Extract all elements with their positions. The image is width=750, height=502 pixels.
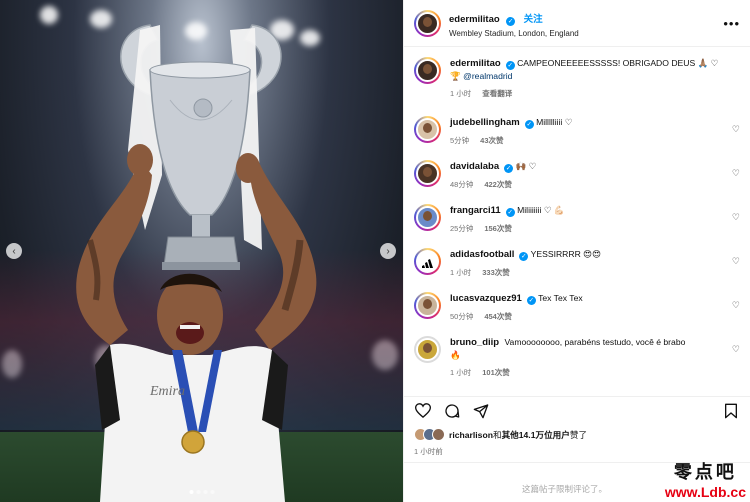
verified-badge-icon: ✓ [526,296,536,305]
like-comment-heart-icon[interactable]: ♡ [732,344,740,355]
like-heart-icon[interactable] [414,402,432,420]
commenter-username[interactable]: davidalaba [450,161,499,172]
comment-text: 🙌🏾 ♡ [515,161,537,171]
see-translation-button[interactable]: 查看翻译 [482,88,512,99]
comment-text: Millllliiii ♡ [536,117,573,127]
more-options-icon[interactable]: ••• [723,16,740,31]
comment-likes[interactable]: 333次赞 [482,267,510,278]
verified-badge-icon: ✓ [524,120,534,129]
next-image-button[interactable]: › [380,243,396,259]
instagram-post: Emira ‹ › edermilitao ✓ 关注 Wembley Stadi… [0,0,750,502]
share-send-icon[interactable] [472,402,490,420]
commenter-avatar[interactable] [414,336,441,363]
post-location[interactable]: Wembley Stadium, London, England [449,29,723,38]
mention-link[interactable]: @realmadrid [463,71,512,81]
caption-time: 1 小时 [450,89,472,98]
caption-text: CAMPEONEEEEESSSSS! OBRIGADO DEUS 🙏🏽 ♡ [517,58,719,68]
comment-item: davidalaba ✓ 🙌🏾 ♡ 48分钟 422次赞 ♡ [414,160,740,190]
verified-badge-icon: ✓ [519,252,529,261]
commenter-avatar[interactable] [414,204,441,231]
comment-item: frangarci11 ✓ Miliiiiiii ♡ 💪🏻 25分钟 156次赞 ♡ [414,204,740,234]
comment-item: judebellingham ✓ Millllliiii ♡ 5分钟 43次赞 ♡ [414,116,740,146]
fire-emoji: 🔥 [450,350,461,360]
comment-likes[interactable]: 43次赞 [480,135,503,146]
comment-text: YESSIRRRR 😍😍 [530,249,602,259]
post-actions-bar [404,396,750,424]
commenter-avatar[interactable] [414,116,441,143]
caption: edermilitao ✓ CAMPEONEEEEESSSSS! OBRIGADO… [414,57,740,99]
watermark-url: www.Ldb.cc [664,484,746,500]
like-comment-heart-icon[interactable]: ♡ [732,124,740,135]
trophy-emoji: 🏆 [450,71,461,81]
likers-avatars [414,428,445,441]
post-timestamp: 1 小时前 [414,447,443,456]
liker-username[interactable]: richarlison [449,430,493,440]
commenter-username[interactable]: frangarci11 [450,205,501,216]
previous-image-button[interactable]: ‹ [6,243,22,259]
player-with-trophy: Emira [76,24,317,502]
follow-button[interactable]: 关注 [524,14,543,25]
commenter-avatar[interactable] [414,248,441,275]
comment-bubble-icon[interactable] [443,402,461,420]
post-header: edermilitao ✓ 关注 Wembley Stadium, London… [404,0,750,47]
comments-list: edermilitao ✓ CAMPEONEEEEESSSSS! OBRIGADO… [404,47,750,378]
comment-time: 25分钟 [450,224,474,233]
commenter-username[interactable]: bruno_diip [450,337,499,348]
comment-time: 1 小时 [450,268,472,277]
comment-time: 50分钟 [450,312,474,321]
save-bookmark-icon[interactable] [722,402,740,420]
site-watermark: 零点吧 www.Ldb.cc [665,458,746,500]
carousel-dots [189,490,214,494]
adidas-logo-icon [422,259,433,268]
comment-item: bruno_diip Vamoooooooo, parabéns testudo… [414,336,740,378]
caption-author-avatar[interactable] [414,57,441,84]
verified-badge-icon: ✓ [504,164,514,173]
likes-suffix: 赞了 [569,429,588,440]
comment-text: Miliiiiiii ♡ 💪🏻 [517,205,565,215]
comment-item: lucasvazquez91 ✓ Tex Tex Tex 50分钟 454次赞 ♡ [414,292,740,322]
comment-likes[interactable]: 454次赞 [484,311,512,322]
comment-time: 1 小时 [450,368,472,377]
author-avatar[interactable] [414,9,441,37]
verified-badge-icon: ✓ [505,61,515,70]
comment-text: Tex Tex Tex [538,293,583,303]
comment-item: adidasfootball ✓ YESSIRRRR 😍😍 1 小时 333次赞 ♡ [414,248,740,278]
verified-badge-icon: ✓ [505,208,515,217]
commenter-username[interactable]: judebellingham [450,117,520,128]
like-comment-heart-icon[interactable]: ♡ [732,256,740,267]
comments-limited-text: 这篇帖子限制评论了。 [522,484,608,494]
commenter-avatar[interactable] [414,292,441,319]
likes-and-text: 和 [492,429,502,440]
svg-text:Emira: Emira [149,384,185,399]
commenter-username[interactable]: lucasvazquez91 [450,293,522,304]
post-photo: Emira ‹ › [0,0,403,502]
comment-likes[interactable]: 422次赞 [484,179,512,190]
like-comment-heart-icon[interactable]: ♡ [732,300,740,311]
comment-text: Vamoooooooo, parabéns testudo, você é br… [504,337,686,347]
comment-likes[interactable]: 101次赞 [482,367,510,378]
commenter-avatar[interactable] [414,160,441,187]
like-comment-heart-icon[interactable]: ♡ [732,212,740,223]
likes-summary[interactable]: richarlison和其他14.1万位用户赞了 [414,428,587,441]
comment-likes[interactable]: 156次赞 [484,223,512,234]
verified-badge-icon: ✓ [506,16,516,26]
post-details-panel: edermilitao ✓ 关注 Wembley Stadium, London… [403,0,750,502]
like-comment-heart-icon[interactable]: ♡ [732,168,740,179]
commenter-username[interactable]: adidasfootball [450,249,514,260]
watermark-chinese: 零点吧 [673,462,737,483]
comment-time: 48分钟 [450,180,474,189]
likes-others[interactable]: 其他14.1万位用户 [502,430,570,440]
comment-time: 5分钟 [450,136,470,145]
caption-username[interactable]: edermilitao [450,58,501,69]
author-username[interactable]: edermilitao [449,14,500,25]
